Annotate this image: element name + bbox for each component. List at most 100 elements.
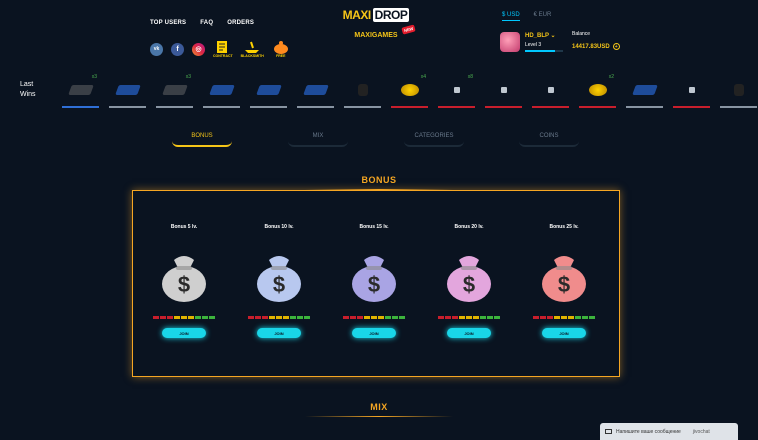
add-funds-icon[interactable]: +	[612, 43, 620, 50]
last-win-item[interactable]	[720, 72, 757, 108]
rarity-line	[62, 106, 99, 108]
instagram-icon[interactable]: ◎	[192, 42, 205, 56]
bonus-case[interactable]: Bonus 25 lv. $ JOIN	[529, 191, 599, 338]
case-title: Bonus 20 lv.	[454, 224, 484, 230]
join-button[interactable]: JOIN	[542, 328, 586, 338]
money-bag-icon: $	[536, 248, 592, 304]
nav-orders[interactable]: ORDERS	[227, 20, 254, 26]
section-title-bonus: BONUS	[361, 175, 397, 185]
rarity-line	[438, 106, 475, 108]
tab-mix[interactable]: MIX	[288, 133, 348, 147]
rarity-line	[485, 106, 522, 108]
contract-icon	[216, 41, 227, 53]
join-button[interactable]: JOIN	[257, 328, 301, 338]
balance-amount: 14417.83USD	[572, 43, 610, 50]
rarity-line	[579, 106, 616, 108]
chance-meter	[533, 316, 595, 319]
contract-link[interactable]: CONTRACT	[213, 40, 233, 58]
win-multiplier: x4	[420, 74, 426, 80]
last-win-item-image	[588, 84, 607, 96]
social-links: vk f ◎ CONTRACT BLACKSMITH FREE	[150, 40, 290, 58]
user-profile[interactable]: HD_BLP ⌄ Level 3	[500, 32, 563, 52]
join-button[interactable]: JOIN	[447, 328, 491, 338]
nav-faq[interactable]: FAQ	[200, 20, 213, 26]
level-progress	[525, 50, 563, 52]
nav-top-users[interactable]: TOP USERS	[150, 20, 186, 26]
svg-text:$: $	[178, 272, 190, 297]
last-win-item[interactable]	[532, 72, 569, 108]
case-title: Bonus 10 lv.	[264, 224, 294, 230]
last-win-item[interactable]: x8	[438, 72, 475, 108]
tab-bonus[interactable]: BONUS	[172, 133, 232, 147]
win-multiplier: x3	[185, 74, 191, 80]
last-win-item-image	[400, 84, 419, 96]
win-multiplier: x2	[608, 74, 614, 80]
rarity-line	[391, 106, 428, 108]
user-level: Level 3	[525, 42, 542, 48]
last-win-item[interactable]	[626, 72, 663, 108]
last-win-item[interactable]: x3	[62, 72, 99, 108]
chance-meter	[438, 316, 500, 319]
last-win-item-image	[733, 84, 744, 96]
last-win-item-image	[453, 87, 460, 93]
bonus-case[interactable]: Bonus 5 lv. $ JOIN	[149, 191, 219, 338]
last-win-item[interactable]	[673, 72, 710, 108]
svg-text:$: $	[463, 272, 475, 297]
last-win-item-image	[67, 85, 94, 95]
currency-eur[interactable]: € EUR	[534, 12, 552, 21]
last-win-item[interactable]	[203, 72, 240, 108]
last-win-item[interactable]: x4	[391, 72, 428, 108]
svg-text:$: $	[273, 272, 285, 297]
last-win-item-image	[208, 85, 235, 95]
last-win-item-image	[161, 85, 188, 95]
case-title: Bonus 25 lv.	[549, 224, 579, 230]
join-button[interactable]: JOIN	[162, 328, 206, 338]
chat-brand: jivochat	[692, 428, 710, 435]
currency-usd[interactable]: $ USD	[502, 12, 520, 21]
rarity-line	[156, 106, 193, 108]
username[interactable]: HD_BLP ⌄	[525, 32, 563, 39]
rarity-line	[673, 106, 710, 108]
balance-label: Balance	[572, 31, 591, 37]
rarity-line	[250, 106, 287, 108]
envelope-icon	[605, 429, 612, 434]
svg-text:$: $	[368, 272, 380, 297]
money-bag-icon: $	[346, 248, 402, 304]
bonus-case[interactable]: Bonus 15 lv. $ JOIN	[339, 191, 409, 338]
blacksmith-link[interactable]: BLACKSMITH	[241, 40, 264, 58]
last-win-item[interactable]: x3	[156, 72, 193, 108]
last-win-item[interactable]	[344, 72, 381, 108]
site-logo[interactable]: MAXI DROP MAXIGAMES NEW	[343, 8, 416, 39]
tab-categories[interactable]: CATEGORIES	[404, 133, 464, 147]
win-multiplier: x8	[467, 74, 473, 80]
rarity-line	[720, 106, 757, 108]
case-tabs: BONUS MIX CATEGORIES COINS	[0, 133, 758, 153]
blacksmith-icon	[245, 41, 260, 53]
join-button[interactable]: JOIN	[352, 328, 396, 338]
money-bag-icon: $	[441, 248, 497, 304]
money-bag-icon: $	[251, 248, 307, 304]
avatar[interactable]	[500, 32, 520, 52]
last-win-item[interactable]	[250, 72, 287, 108]
vk-icon[interactable]: vk	[150, 42, 163, 56]
last-win-item[interactable]	[297, 72, 334, 108]
rarity-line	[203, 106, 240, 108]
chat-prompt[interactable]: Напишите ваше сообщение	[616, 429, 681, 435]
money-bag-icon: $	[156, 248, 212, 304]
facebook-icon[interactable]: f	[171, 42, 184, 56]
bonus-case[interactable]: Bonus 10 lv. $ JOIN	[244, 191, 314, 338]
last-win-item[interactable]	[109, 72, 146, 108]
last-win-item-image	[255, 85, 282, 95]
case-title: Bonus 15 lv.	[359, 224, 389, 230]
rarity-line	[626, 106, 663, 108]
free-link[interactable]: FREE	[272, 40, 290, 58]
maxigames-logo: MAXIGAMES NEW	[345, 24, 416, 39]
top-nav: TOP USERS FAQ ORDERS	[150, 20, 254, 26]
last-win-item[interactable]	[485, 72, 522, 108]
tab-coins[interactable]: COINS	[519, 133, 579, 147]
last-win-item-image	[500, 87, 507, 93]
last-win-item[interactable]: x2	[579, 72, 616, 108]
chance-meter	[248, 316, 310, 319]
bonus-case[interactable]: Bonus 20 lv. $ JOIN	[434, 191, 504, 338]
chat-widget[interactable]: Напишите ваше сообщение jivochat	[600, 423, 738, 440]
